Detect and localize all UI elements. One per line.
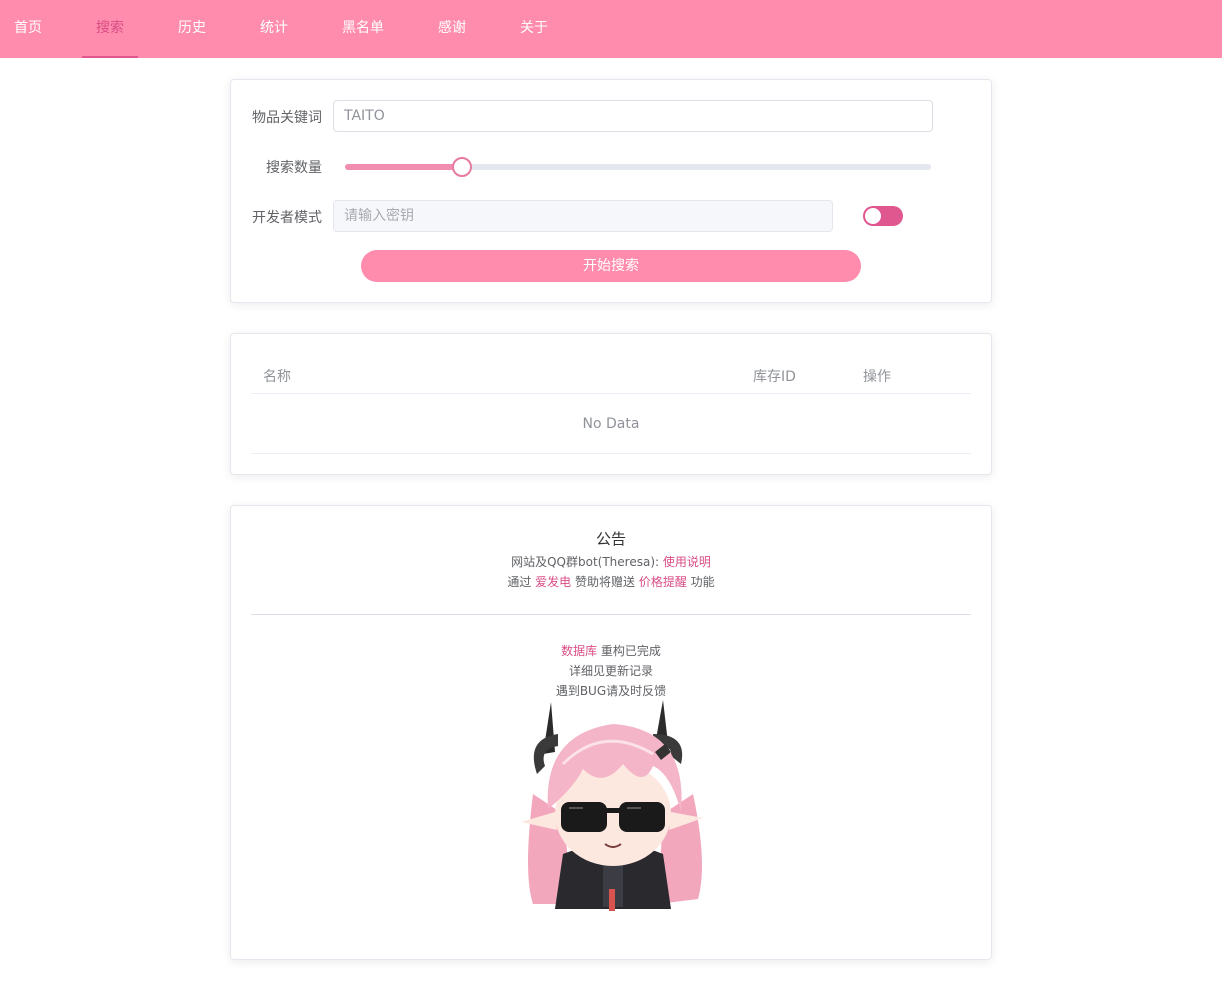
notice-line-1: 网站及QQ群bot(Theresa): 使用说明 — [231, 553, 991, 570]
notice-line-2-mid: 赞助将赠送 — [571, 575, 639, 589]
search-form-card: 物品关键词 TAITO 搜索数量 开发者模式 请输入密钥 开始搜索 — [230, 79, 992, 303]
column-name: 名称 — [263, 369, 291, 385]
notice-line-4: 详细见更新记录 — [568, 664, 653, 678]
notice-line-2: 通过 爱发电 赞助将赠送 价格提醒 功能 — [231, 573, 991, 590]
nav-item-thanks[interactable]: 感谢 — [424, 0, 480, 58]
notice-card: 公告 网站及QQ群bot(Theresa): 使用说明 通过 爱发电 赞助将赠送… — [230, 505, 992, 960]
notice-divider — [251, 614, 971, 615]
notice-line-2-suffix: 功能 — [686, 575, 715, 589]
table-header: 名称 库存ID 操作 — [251, 354, 971, 394]
slider-handle[interactable] — [452, 157, 473, 177]
usage-guide-link[interactable]: 使用说明 — [663, 555, 711, 569]
nav-item-search[interactable]: 搜索 — [82, 0, 138, 58]
notice-line-3: 数据库 重构已完成 — [231, 642, 991, 659]
database-link[interactable]: 数据库 — [561, 644, 597, 658]
dev-mode-label: 开发者模式 — [252, 210, 322, 226]
slider-fill — [345, 164, 463, 170]
count-label: 搜索数量 — [266, 160, 322, 176]
dev-key-input[interactable]: 请输入密钥 — [333, 200, 833, 232]
toggle-knob — [865, 208, 881, 224]
notice-line-3-suffix: 重构已完成 — [597, 644, 661, 658]
table-empty-text: No Data — [251, 394, 971, 454]
top-navbar: 首页 搜索 历史 统计 黑名单 感谢 关于 — [0, 0, 1222, 58]
keyword-input[interactable]: TAITO — [333, 100, 933, 132]
nav-item-about[interactable]: 关于 — [506, 0, 562, 58]
keyword-label: 物品关键词 — [252, 110, 322, 126]
notice-line-2-prefix: 通过 — [507, 575, 536, 589]
nav-item-blacklist[interactable]: 黑名单 — [328, 0, 398, 58]
notice-line-1-text: 网站及QQ群bot(Theresa): — [511, 555, 663, 569]
column-actions: 操作 — [863, 369, 891, 385]
results-card: 名称 库存ID 操作 No Data — [230, 333, 992, 475]
mascot-image — [521, 700, 703, 911]
count-slider[interactable] — [345, 157, 931, 177]
start-search-button[interactable]: 开始搜索 — [361, 250, 861, 282]
afdian-link[interactable]: 爱发电 — [535, 575, 571, 589]
dev-mode-toggle[interactable] — [863, 206, 903, 226]
price-alert-link[interactable]: 价格提醒 — [639, 575, 687, 589]
results-table: 名称 库存ID 操作 No Data — [251, 354, 971, 454]
nav-item-home[interactable]: 首页 — [0, 0, 56, 58]
nav-item-history[interactable]: 历史 — [164, 0, 220, 58]
column-inventory-id: 库存ID — [753, 369, 796, 385]
nav-item-stats[interactable]: 统计 — [246, 0, 302, 58]
notice-title: 公告 — [595, 530, 626, 548]
